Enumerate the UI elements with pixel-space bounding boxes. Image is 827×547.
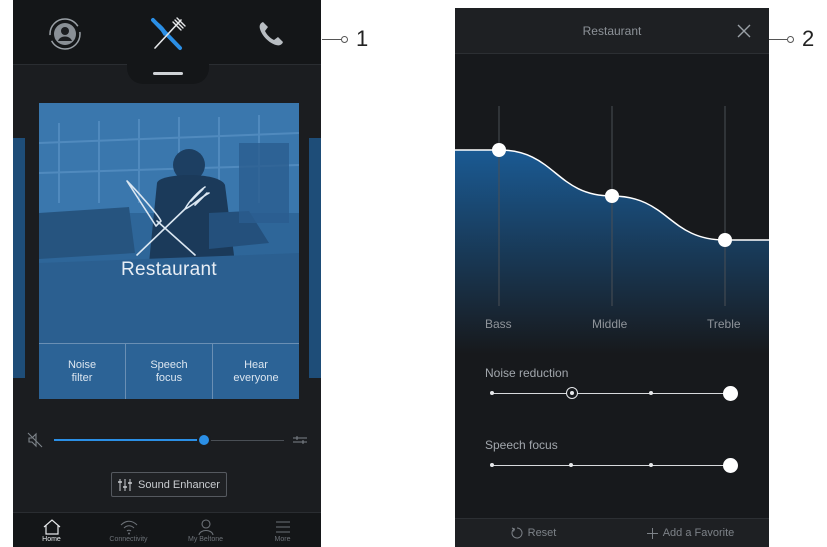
- slider-step: [649, 391, 653, 395]
- restaurant-icon: [151, 17, 186, 50]
- restaurant-photo: [39, 103, 299, 343]
- sound-enhancer-button[interactable]: Sound Enhancer: [111, 472, 227, 497]
- callout-2: 2: [769, 26, 814, 52]
- reset-button[interactable]: Reset: [455, 527, 612, 539]
- mode-label: Hear: [244, 358, 268, 371]
- equalizer-graph[interactable]: [455, 54, 769, 354]
- tab-more[interactable]: More: [244, 513, 321, 547]
- band-label-treble: Treble: [707, 317, 741, 331]
- mode-label: focus: [155, 371, 183, 384]
- volume-fill: [54, 439, 204, 441]
- add-favorite-label: Add a Favorite: [662, 527, 735, 539]
- bass-handle[interactable]: [492, 143, 506, 157]
- middle-handle[interactable]: [605, 189, 619, 203]
- speech-focus-slider[interactable]: [492, 465, 730, 466]
- next-program-card[interactable]: [309, 138, 321, 378]
- slider-step: [569, 463, 573, 467]
- bottom-tab-bar: Home Connectivity My Beltone More: [13, 512, 321, 547]
- profile-sync-button[interactable]: [45, 14, 85, 54]
- program-title: Restaurant: [121, 259, 217, 280]
- tab-connectivity[interactable]: Connectivity: [90, 513, 167, 547]
- call-button[interactable]: [251, 14, 291, 54]
- slider-step: [490, 391, 494, 395]
- handle-bar: [153, 72, 183, 75]
- close-icon[interactable]: [735, 22, 753, 40]
- callout-line: [322, 38, 341, 40]
- previous-program-card[interactable]: [13, 138, 25, 378]
- profile-sync-icon: [49, 18, 81, 50]
- restaurant-program-button[interactable]: [147, 14, 187, 54]
- user-icon: [197, 519, 214, 536]
- slider-step: [490, 463, 494, 467]
- callout-line: [769, 38, 787, 40]
- treble-handle[interactable]: [718, 233, 732, 247]
- tab-label: More: [274, 536, 291, 543]
- mode-hear-everyone[interactable]: Hear everyone: [213, 344, 299, 399]
- sound-enhancer-label: Sound Enhancer: [138, 478, 220, 491]
- tab-label: My Beltone: [187, 536, 224, 543]
- screen-title: Restaurant: [582, 24, 642, 38]
- wifi-icon: [120, 520, 137, 535]
- tab-label: Home: [42, 536, 61, 543]
- callout-dot: [787, 35, 794, 43]
- home-icon: [43, 519, 60, 535]
- slider-step: [649, 463, 653, 467]
- header: Restaurant: [455, 8, 769, 54]
- noise-reduction-label: Noise reduction: [485, 366, 569, 380]
- callout-number-2: 2: [802, 26, 815, 51]
- mode-selector: Noise filter Speech focus Hear everyone: [39, 343, 299, 399]
- noise-reduction-handle[interactable]: [723, 386, 738, 401]
- volume-handle[interactable]: [196, 433, 211, 447]
- footer-bar: Reset Add a Favorite: [455, 518, 769, 547]
- speech-focus-label: Speech focus: [485, 438, 558, 452]
- mode-label: Noise: [67, 358, 97, 371]
- band-label-middle: Middle: [592, 317, 628, 331]
- tab-home[interactable]: Home: [13, 513, 90, 547]
- callout-dot: [341, 35, 348, 43]
- pull-down-handle[interactable]: [127, 64, 209, 84]
- add-favorite-button[interactable]: Add a Favorite: [612, 527, 769, 539]
- sound-enhancer-screen: Restaurant Bass Middle Treble Noise redu…: [455, 8, 769, 547]
- mode-label: Speech: [150, 358, 188, 371]
- noise-reduction-slider[interactable]: [492, 393, 730, 394]
- mode-label: filter: [71, 371, 93, 384]
- mode-speech-focus[interactable]: Speech focus: [126, 344, 213, 399]
- speech-focus-handle[interactable]: [723, 458, 738, 473]
- callout-1: 1: [322, 26, 368, 52]
- mode-noise-filter[interactable]: Noise filter: [39, 344, 126, 399]
- tab-label: Connectivity: [109, 536, 148, 543]
- tab-my-beltone[interactable]: My Beltone: [167, 513, 244, 547]
- top-bar: [13, 0, 321, 65]
- reset-icon: [511, 527, 523, 539]
- phone-icon: [259, 22, 283, 46]
- volume-slider[interactable]: [27, 430, 309, 450]
- reset-label: Reset: [527, 527, 557, 539]
- mode-label: everyone: [233, 371, 279, 384]
- sliders-icon[interactable]: [293, 435, 307, 445]
- speaker-mute-icon[interactable]: [27, 432, 43, 448]
- home-screen: Restaurant Noise filter Speech focus Hea…: [13, 0, 321, 547]
- noise-reduction-current-marker: [566, 387, 578, 399]
- band-label-bass: Bass: [485, 317, 512, 331]
- program-card[interactable]: Restaurant Noise filter Speech focus Hea…: [39, 103, 299, 399]
- equalizer-icon: [118, 478, 133, 491]
- menu-icon: [275, 521, 290, 533]
- plus-icon: [646, 527, 658, 539]
- callout-number-1: 1: [356, 26, 369, 51]
